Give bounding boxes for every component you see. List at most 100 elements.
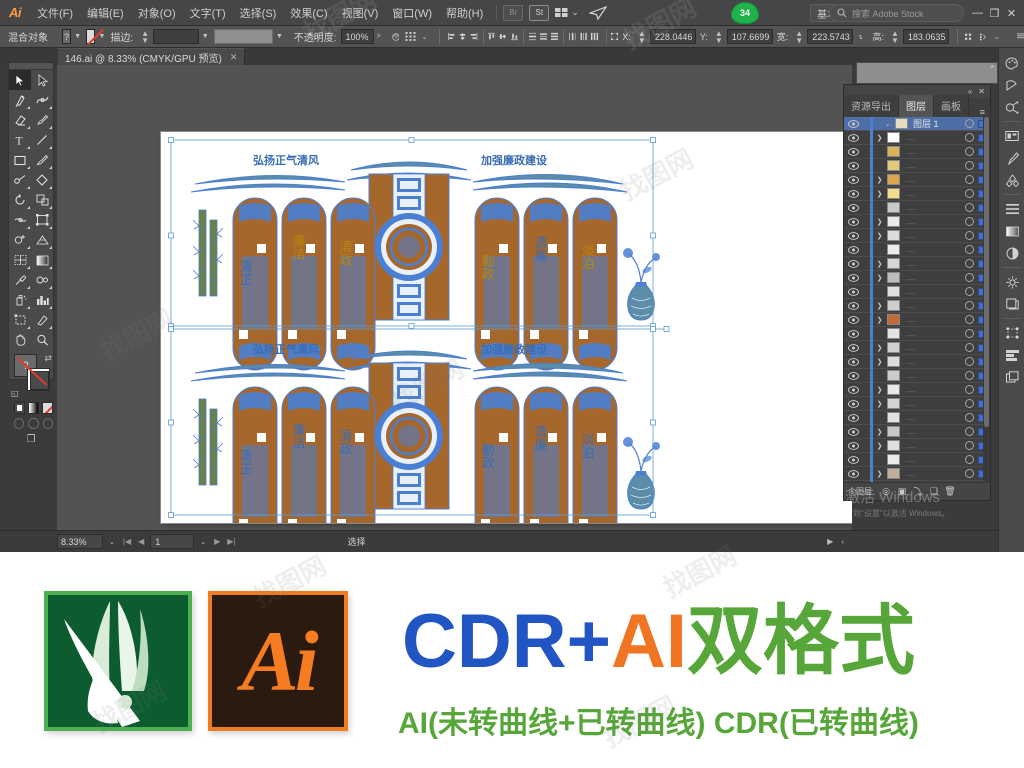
layer-row[interactable]: ... [844,284,990,299]
hand-tool[interactable] [9,330,31,350]
target-indicator-icon[interactable] [965,287,974,296]
target-indicator-icon[interactable] [965,399,974,408]
eye-icon[interactable] [844,399,862,408]
eye-icon[interactable] [844,175,862,184]
eye-icon[interactable] [844,245,862,254]
link-icon[interactable] [857,32,864,42]
color-mode-none[interactable] [42,402,53,414]
target-indicator-icon[interactable] [965,329,974,338]
target-indicator-icon[interactable] [965,273,974,282]
eye-icon[interactable] [844,259,862,268]
width-tool[interactable] [9,210,31,230]
layer-row[interactable]: ❯... [844,382,990,397]
graphic-styles-panel-icon[interactable] [999,293,1024,315]
eye-icon[interactable] [844,357,862,366]
eye-icon[interactable] [844,161,862,170]
eyedropper-tool[interactable] [9,270,31,290]
eye-icon[interactable] [844,231,862,240]
layer-row[interactable]: ❯... [844,480,990,482]
tab-artboards[interactable]: 画板 [934,95,969,117]
free-transform-tool[interactable] [31,210,53,230]
eye-icon[interactable] [844,385,862,394]
layer-row[interactable]: ❯... [844,354,990,369]
scale-tool[interactable] [31,190,53,210]
menu-view[interactable]: 视图(V) [335,1,386,25]
distribute-center-h-icon[interactable] [580,30,587,43]
eye-icon[interactable] [844,189,862,198]
artboard-tool[interactable] [9,310,31,330]
layer-row[interactable]: ❯... [844,312,990,327]
more-options-icon[interactable] [1016,31,1024,42]
eye-icon[interactable] [844,371,862,380]
chevron-right-icon[interactable]: ❯ [873,302,886,310]
pencil-shape-tool[interactable] [31,170,53,190]
target-indicator-icon[interactable] [965,259,974,268]
layer-row[interactable]: ❯... [844,424,990,439]
stroke-caret-icon[interactable]: ▼ [98,33,105,40]
shaper-tool[interactable] [9,170,31,190]
target-indicator-icon[interactable] [965,119,974,128]
chevron-right-icon[interactable]: ❯ [873,470,886,478]
target-indicator-icon[interactable] [965,343,974,352]
opacity-arrow-icon[interactable]: > [377,33,381,40]
layer-row[interactable]: ... [844,368,990,383]
target-indicator-icon[interactable] [965,147,974,156]
layer-row[interactable]: ❯... [844,340,990,355]
eye-icon[interactable] [844,329,862,338]
color-guide-icon[interactable] [999,74,1024,96]
layer-row[interactable]: ❯... [844,214,990,229]
symbol-sprayer-tool[interactable] [9,290,31,310]
target-indicator-icon[interactable] [965,315,974,324]
shape-builder-tool[interactable] [9,230,31,250]
target-indicator-icon[interactable] [965,469,974,478]
blend-tool[interactable] [31,270,53,290]
stroke-profile-field[interactable] [213,29,273,44]
target-indicator-icon[interactable] [965,161,974,170]
layer-row[interactable]: ⌄ 图层 1 [844,117,990,131]
eye-icon[interactable] [844,343,862,352]
pathfinder-panel-icon[interactable] [999,344,1024,366]
layer-row[interactable]: ❯... [844,172,990,187]
layers-scrollbar[interactable] [983,117,990,482]
create-sublayer-icon[interactable]: ⤵ [910,485,926,498]
artboard[interactable]: 弘扬正气清风 加强廉政建设 清正 廉洁 清政 勤政 清廉 淡泊 弘扬正气清风 加… [161,132,852,530]
notification-badge[interactable]: 34 [731,2,759,24]
menu-window[interactable]: 窗口(W) [385,1,439,25]
distribute-center-v-icon[interactable] [539,30,548,43]
first-page-icon[interactable]: |◀ [123,537,131,546]
menu-select[interactable]: 选择(S) [233,1,284,25]
layers-list[interactable]: ⌄ 图层 1 ❯......... ❯... ❯...... ❯... ❯...... ❯..… [844,117,990,482]
menu-file[interactable]: 文件(F) [30,1,80,25]
target-indicator-icon[interactable] [965,427,974,436]
recolor-artwork-icon[interactable] [391,30,400,44]
bridge-button[interactable]: Br [503,4,524,21]
paintbrush-alt-tool[interactable] [31,150,53,170]
chevron-right-icon[interactable]: ❯ [873,428,886,436]
zoom-tool[interactable] [31,330,53,350]
delete-layer-icon[interactable]: 🗑 [942,486,958,497]
target-indicator-icon[interactable] [965,189,974,198]
chevron-right-icon[interactable]: ❯ [873,232,886,240]
layers-scroll-thumb[interactable] [984,117,989,427]
chevron-right-icon[interactable]: ❯ [873,274,886,282]
eye-icon[interactable] [844,413,862,422]
symbols-panel-icon[interactable] [999,96,1024,118]
close-button[interactable]: ✕ [1003,7,1020,20]
menu-object[interactable]: 对象(O) [131,1,183,25]
layer-row[interactable]: ❯... [844,396,990,411]
transparency-panel-icon[interactable] [999,242,1024,264]
curvature-tool[interactable] [31,90,53,110]
draw-inside-mode[interactable] [42,418,53,429]
stock-search-box[interactable]: 搜索 Adobe Stock [829,4,964,22]
artboard-number-field[interactable]: 1 [150,534,195,549]
chevron-right-icon[interactable]: ❯ [873,386,886,394]
layer-row[interactable]: ❯... [844,186,990,201]
target-indicator-icon[interactable] [965,357,974,366]
eye-icon[interactable] [844,315,862,324]
width-stepper[interactable]: ▲ ▼ [795,29,803,44]
libraries-panel-icon[interactable] [999,125,1024,147]
column-graph-tool[interactable] [31,290,53,310]
layer-row[interactable]: ... [844,144,990,159]
rotate-tool[interactable] [9,190,31,210]
panel-menu-icon[interactable]: ≡ [980,107,985,117]
